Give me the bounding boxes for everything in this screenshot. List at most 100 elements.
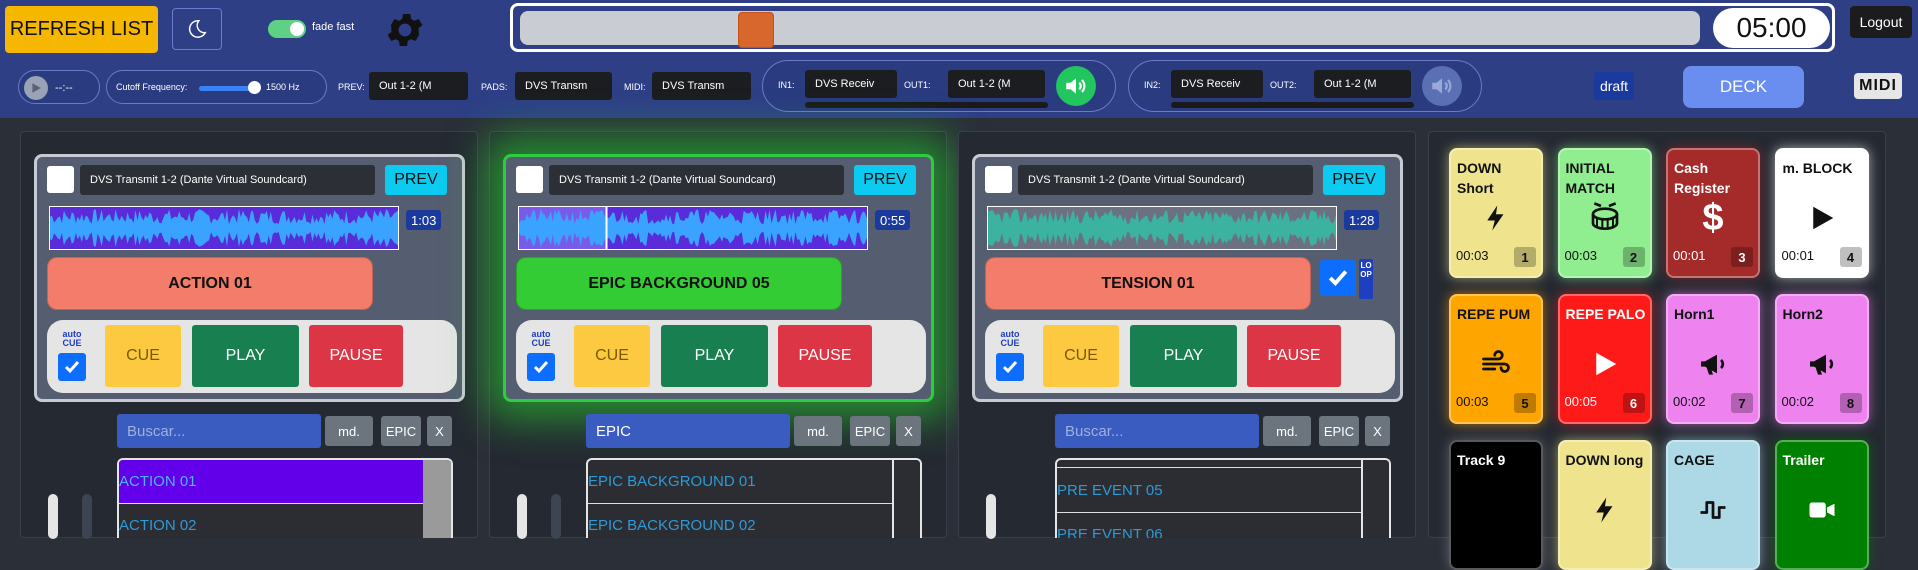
bolt-icon	[1560, 490, 1650, 530]
deck-3-waveform[interactable]	[987, 206, 1337, 250]
list-item[interactable]: PRE EVENT 05	[1057, 469, 1362, 513]
pad-duration: 00:03	[1456, 394, 1489, 409]
deck-3-pause-button[interactable]: PAUSE	[1247, 325, 1341, 387]
preview-time: --:--	[55, 82, 73, 94]
deck-2-auto-cue-checkbox[interactable]	[527, 353, 555, 381]
draft-badge[interactable]: draft	[1594, 72, 1634, 100]
pad-12[interactable]: Trailer	[1774, 440, 1869, 570]
deck-2-epic-button[interactable]: EPIC	[850, 416, 890, 446]
out1-select[interactable]: Out 1-2 (M	[948, 70, 1045, 98]
deck-2-prev-button[interactable]: PREV	[854, 165, 916, 195]
countdown-timer: 05:00	[1713, 8, 1830, 48]
deck-2-device[interactable]: DVS Transmit 1-2 (Dante Virtual Soundcar…	[549, 165, 844, 195]
deck-1-clear-button[interactable]: X	[427, 416, 452, 446]
cutoff-value: 1500 Hz	[266, 82, 300, 92]
deck-2-waveform[interactable]	[518, 206, 868, 250]
pad-title: m. BLOCK	[1782, 160, 1853, 176]
deck-1-cue-button[interactable]: CUE	[105, 325, 181, 387]
deck-1-play-button[interactable]: PLAY	[192, 325, 299, 387]
deck-1-track-title[interactable]: ACTION 01	[47, 257, 373, 310]
deck-3-cue-button[interactable]: CUE	[1043, 325, 1119, 387]
fade-fast-toggle[interactable]	[268, 20, 306, 38]
deck-3-device[interactable]: DVS Transmit 1-2 (Dante Virtual Soundcar…	[1018, 165, 1313, 195]
deck-3-search-input[interactable]: Buscar...	[1055, 414, 1259, 448]
deck-1-md-button[interactable]: md.	[325, 416, 373, 446]
deck-2-controls: auto CUE CUE PLAY PAUSE	[516, 320, 926, 393]
pad-11[interactable]: CAGE	[1666, 440, 1760, 570]
deck-3-clear-button[interactable]: X	[1365, 416, 1390, 446]
in1-select[interactable]: DVS Receiv	[805, 70, 897, 98]
deck-1-epic-button[interactable]: EPIC	[381, 416, 421, 446]
list-item[interactable]: ACTION 02	[119, 504, 424, 538]
deck-3-list-scrollbar[interactable]	[1361, 460, 1389, 538]
cutoff-slider-thumb[interactable]	[248, 81, 261, 94]
out2-select[interactable]: Out 1-2 (M	[1314, 70, 1411, 98]
progress-track[interactable]	[520, 11, 1700, 45]
pad-5[interactable]: REPE PUM 00:03 5	[1449, 294, 1543, 424]
deck-1-waveform[interactable]	[49, 206, 399, 250]
out2-label: OUT2:	[1270, 80, 1297, 90]
deck-button[interactable]: DECK	[1683, 66, 1804, 108]
list-divider	[1057, 460, 1362, 468]
pad-1[interactable]: DOWN Short 00:03 1	[1449, 148, 1543, 278]
in2-label: IN2:	[1144, 80, 1161, 90]
deck-3-play-button[interactable]: PLAY	[1130, 325, 1237, 387]
list-item[interactable]: EPIC BACKGROUND 01	[588, 460, 893, 504]
list-item[interactable]: EPIC BACKGROUND 02	[588, 504, 893, 538]
deck-2-md-button[interactable]: md.	[794, 416, 842, 446]
deck-3-auto-cue-checkbox[interactable]	[996, 353, 1024, 381]
deck-3-epic-button[interactable]: EPIC	[1319, 416, 1359, 446]
play-icon	[1777, 198, 1867, 238]
moon-icon	[188, 20, 207, 38]
pad-title: Horn2	[1782, 306, 1823, 322]
deck-2-volume-slider[interactable]	[517, 494, 527, 539]
progress-thumb[interactable]	[738, 12, 774, 48]
speaker-on-icon[interactable]	[1056, 66, 1096, 106]
pad-7[interactable]: Horn1 00:02 7	[1666, 294, 1760, 424]
deck-2-play-button[interactable]: PLAY	[661, 325, 768, 387]
deck-1-search-input[interactable]: Buscar...	[117, 414, 321, 448]
deck-1-list-scrollbar[interactable]	[423, 460, 451, 538]
speaker-off-icon[interactable]	[1422, 66, 1462, 106]
pad-2[interactable]: INITIAL MATCH 00:03 2	[1557, 148, 1652, 278]
gear-icon[interactable]	[383, 8, 427, 52]
deck-2-pause-button[interactable]: PAUSE	[778, 325, 872, 387]
deck-1-device[interactable]: DVS Transmit 1-2 (Dante Virtual Soundcar…	[80, 165, 375, 195]
pad-3[interactable]: Cash Register $00:01 3	[1666, 148, 1760, 278]
deck-2-select-checkbox[interactable]	[516, 166, 543, 193]
in2-select[interactable]: DVS Receiv	[1171, 70, 1263, 98]
deck-2-list-scrollbar[interactable]	[892, 460, 920, 538]
logout-button[interactable]: Logout	[1850, 6, 1912, 38]
list-item[interactable]: ACTION 01	[119, 460, 424, 504]
list-item[interactable]: PRE EVENT 06	[1057, 513, 1362, 538]
deck-3-select-checkbox[interactable]	[985, 166, 1012, 193]
deck-3-loop-checkbox[interactable]	[1320, 260, 1356, 296]
pad-6[interactable]: REPE PALO 00:05 6	[1557, 294, 1652, 424]
deck-2-gain-slider[interactable]	[551, 494, 561, 539]
pad-10[interactable]: DOWN long	[1557, 440, 1652, 570]
deck-1-select-checkbox[interactable]	[47, 166, 74, 193]
pad-4[interactable]: m. BLOCK 00:01 4	[1774, 148, 1869, 278]
deck-1-volume-slider[interactable]	[48, 494, 58, 539]
deck-2-clear-button[interactable]: X	[896, 416, 921, 446]
dark-mode-button[interactable]	[172, 8, 222, 50]
deck-2-track-title[interactable]: EPIC BACKGROUND 05	[516, 257, 842, 310]
deck-3-track-title[interactable]: TENSION 01	[985, 257, 1311, 310]
pads-output-select[interactable]: DVS Transm	[515, 72, 612, 100]
deck-3-prev-button[interactable]: PREV	[1323, 165, 1385, 195]
midi-icon[interactable]: MIDI	[1854, 73, 1902, 99]
deck-2-search-input[interactable]: EPIC	[586, 414, 790, 448]
deck-1-auto-cue-checkbox[interactable]	[58, 353, 86, 381]
deck-1-gain-slider[interactable]	[82, 494, 92, 539]
deck-1-prev-button[interactable]: PREV	[385, 165, 447, 195]
deck-3-volume-slider[interactable]	[986, 494, 996, 539]
deck-1-pause-button[interactable]: PAUSE	[309, 325, 403, 387]
play-icon[interactable]	[24, 76, 48, 100]
deck-2-cue-button[interactable]: CUE	[574, 325, 650, 387]
prev-output-select[interactable]: Out 1-2 (M	[369, 72, 468, 100]
refresh-list-button[interactable]: REFRESH LIST	[5, 6, 158, 53]
pad-8[interactable]: Horn2 00:02 8	[1774, 294, 1869, 424]
deck-3-md-button[interactable]: md.	[1263, 416, 1311, 446]
midi-output-select[interactable]: DVS Transm	[652, 72, 751, 100]
pad-9[interactable]: Track 9	[1449, 440, 1543, 570]
